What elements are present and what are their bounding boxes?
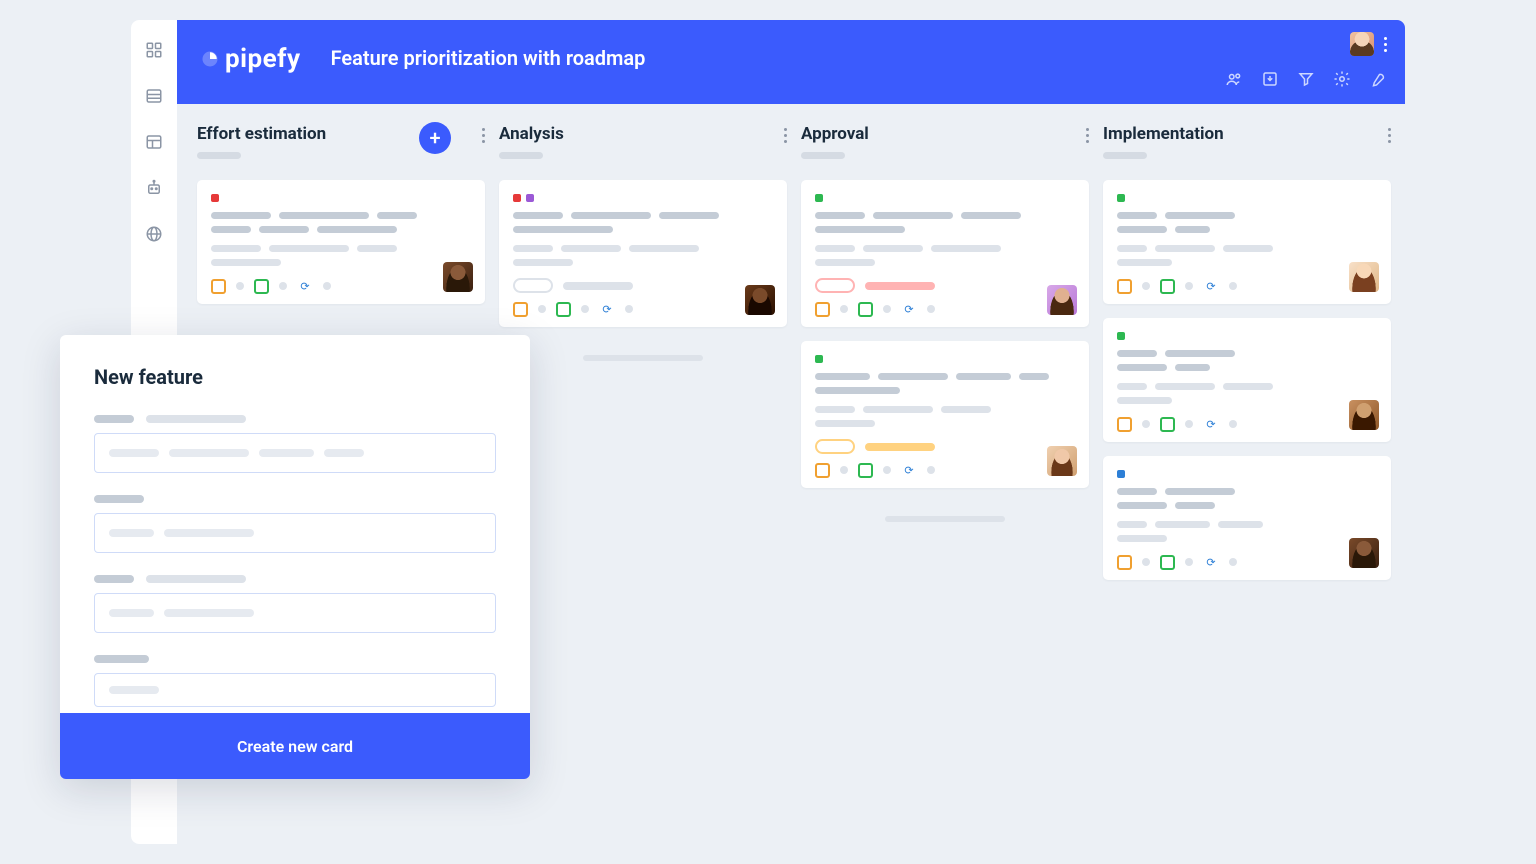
form-input[interactable]: [94, 433, 496, 473]
assignee-avatar[interactable]: [745, 285, 775, 315]
toolbar-icons: [1225, 70, 1387, 88]
column-menu-icon[interactable]: [482, 128, 485, 143]
add-card-button[interactable]: +: [419, 122, 451, 154]
import-icon[interactable]: [1261, 70, 1279, 88]
column-count-placeholder: [197, 152, 241, 159]
status-pill: [815, 439, 855, 454]
wrench-icon[interactable]: [1369, 70, 1387, 88]
column-analysis: Analysis: [499, 124, 787, 844]
brand-text: pipefy: [225, 44, 301, 74]
apps-icon[interactable]: [144, 40, 164, 60]
column-count-placeholder: [499, 152, 543, 159]
status-label: [865, 282, 935, 290]
new-feature-modal: New feature Create new card: [60, 335, 530, 779]
column-count-placeholder: [801, 152, 845, 159]
export-icon: [254, 279, 269, 294]
brand-logo: pipefy: [201, 44, 301, 74]
card[interactable]: [1103, 318, 1391, 442]
column-title: Implementation: [1103, 124, 1224, 144]
top-bar: pipefy Feature prioritization with roadm…: [177, 20, 1405, 104]
clock-icon: [1117, 555, 1132, 570]
clock-icon: [211, 279, 226, 294]
create-card-button[interactable]: Create new card: [60, 713, 530, 779]
clock-icon: [1117, 417, 1132, 432]
sync-icon: [1203, 278, 1219, 294]
sync-icon: [1203, 554, 1219, 570]
column-menu-icon[interactable]: [1388, 128, 1391, 143]
column-approval: Approval: [801, 124, 1089, 844]
tag-green: [815, 194, 823, 202]
column-title: Approval: [801, 124, 869, 144]
settings-icon[interactable]: [1333, 70, 1351, 88]
sync-icon: [901, 462, 917, 478]
card[interactable]: [801, 341, 1089, 488]
export-icon: [1160, 279, 1175, 294]
tag-green: [1117, 332, 1125, 340]
card[interactable]: [1103, 456, 1391, 580]
filter-icon[interactable]: [1297, 70, 1315, 88]
header-right: [1225, 32, 1387, 88]
assignee-avatar[interactable]: [1349, 400, 1379, 430]
list-icon[interactable]: [144, 86, 164, 106]
scroll-hint: [583, 355, 703, 361]
clock-icon: [513, 302, 528, 317]
form-input[interactable]: [94, 673, 496, 707]
export-icon: [858, 302, 873, 317]
export-icon: [858, 463, 873, 478]
assignee-avatar[interactable]: [1047, 446, 1077, 476]
sync-icon: [297, 278, 313, 294]
tag-red: [513, 194, 521, 202]
sync-icon: [599, 301, 615, 317]
status-label: [563, 282, 633, 290]
column-count-placeholder: [1103, 152, 1147, 159]
team-icon[interactable]: [1225, 70, 1243, 88]
column-menu-icon[interactable]: [1086, 128, 1089, 143]
export-icon: [556, 302, 571, 317]
card[interactable]: [801, 180, 1089, 327]
tag-green: [815, 355, 823, 363]
layout-icon[interactable]: [144, 132, 164, 152]
sync-icon: [901, 301, 917, 317]
form-input[interactable]: [94, 513, 496, 553]
bot-icon[interactable]: [144, 178, 164, 198]
tag-blue: [1117, 470, 1125, 478]
globe-icon[interactable]: [144, 224, 164, 244]
clock-icon: [815, 302, 830, 317]
status-pill: [513, 278, 553, 293]
scroll-hint: [885, 516, 1005, 522]
card[interactable]: [197, 180, 485, 304]
tag-green: [1117, 194, 1125, 202]
export-icon: [1160, 555, 1175, 570]
card[interactable]: [499, 180, 787, 327]
assignee-avatar[interactable]: [1349, 262, 1379, 292]
status-pill: [815, 278, 855, 293]
column-title: Effort estimation: [197, 124, 326, 144]
form-input[interactable]: [94, 593, 496, 633]
export-icon: [1160, 417, 1175, 432]
page-title: Feature prioritization with roadmap: [331, 46, 646, 70]
tag-purple: [526, 194, 534, 202]
sync-icon: [1203, 416, 1219, 432]
modal-title: New feature: [94, 365, 496, 389]
tag-red: [211, 194, 219, 202]
column-implementation: Implementation: [1103, 124, 1391, 844]
column-menu-icon[interactable]: [784, 128, 787, 143]
clock-icon: [815, 463, 830, 478]
assignee-avatar[interactable]: [1349, 538, 1379, 568]
column-title: Analysis: [499, 124, 564, 144]
status-label: [865, 443, 935, 451]
header-menu-icon[interactable]: [1384, 37, 1387, 52]
assignee-avatar[interactable]: [443, 262, 473, 292]
card[interactable]: [1103, 180, 1391, 304]
user-avatar[interactable]: [1350, 32, 1374, 56]
assignee-avatar[interactable]: [1047, 285, 1077, 315]
clock-icon: [1117, 279, 1132, 294]
